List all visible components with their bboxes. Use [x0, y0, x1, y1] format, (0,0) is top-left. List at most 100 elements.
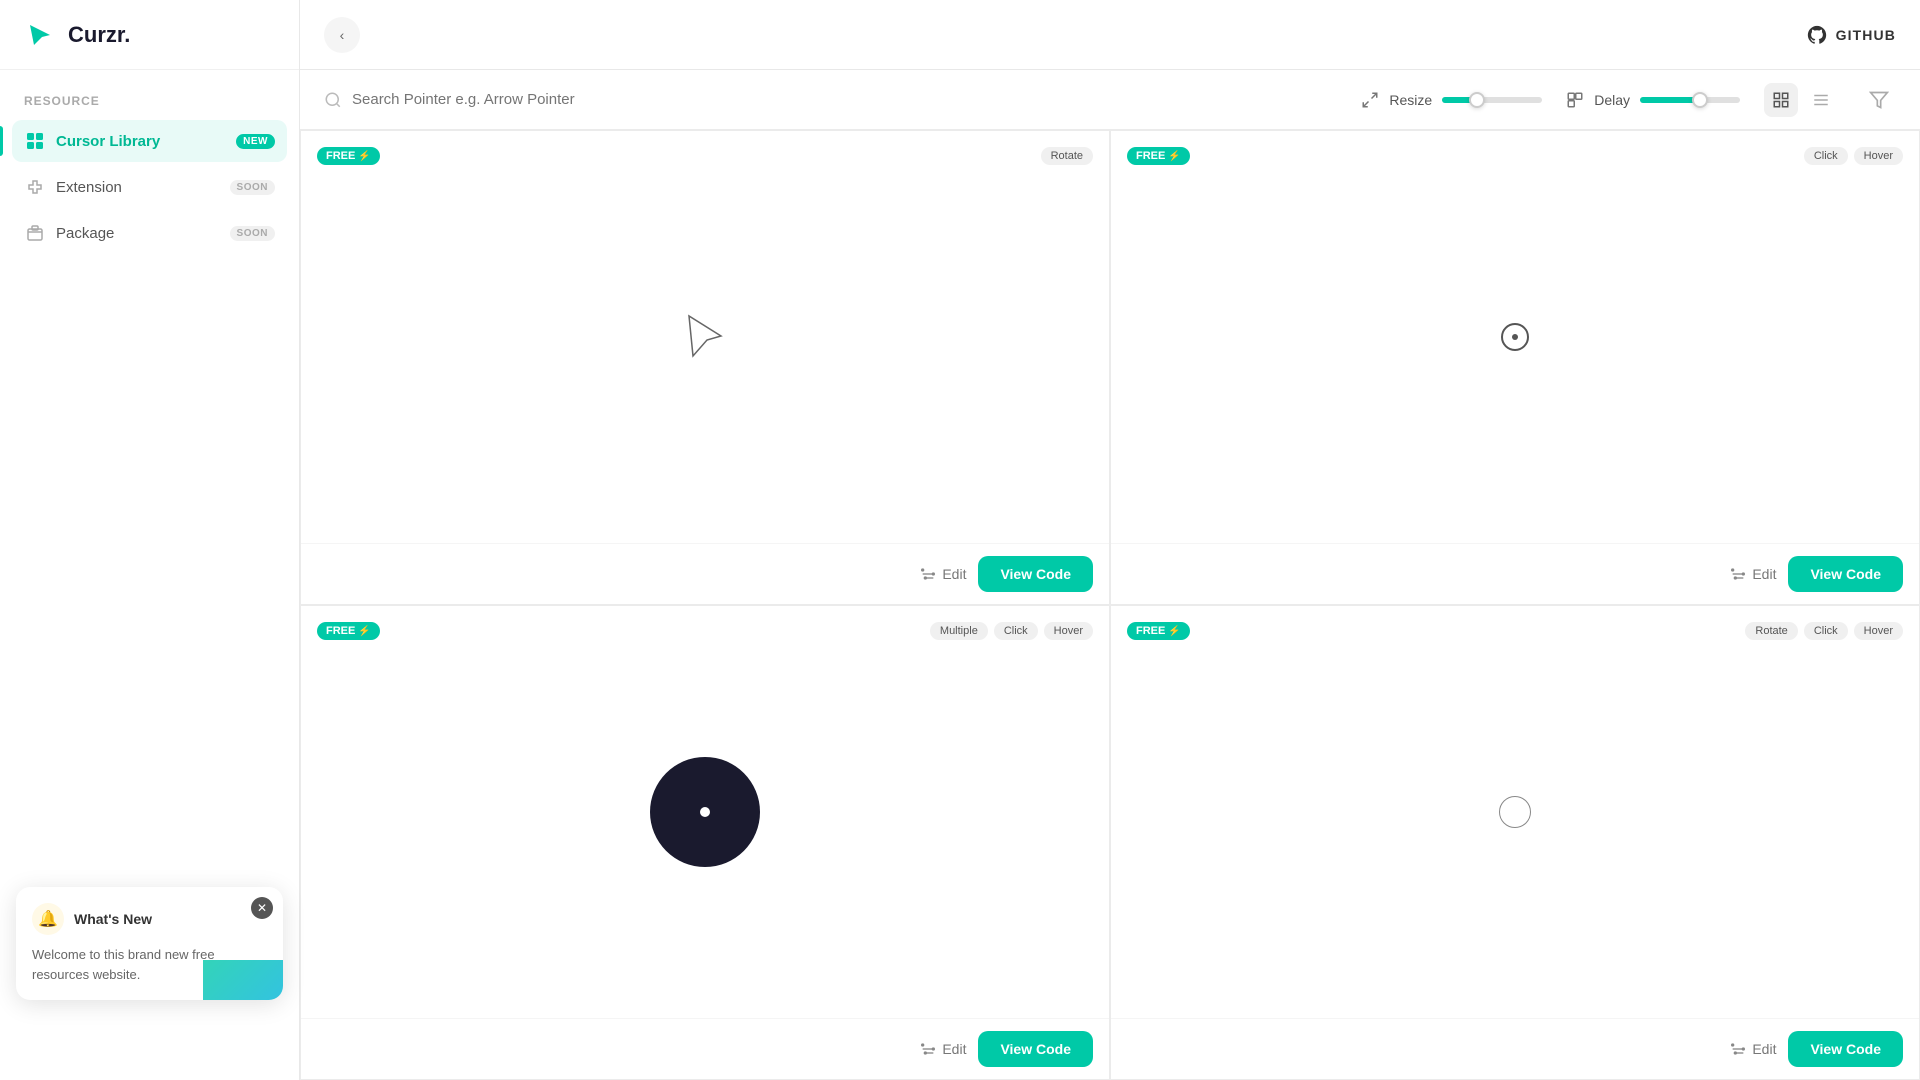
card-1-right-tags: Rotate [1041, 147, 1093, 165]
notification-header: 🔔 What's New [32, 903, 267, 935]
cursor-grid: FREE Rotate Edit View Code [300, 130, 1920, 1080]
github-link[interactable]: GITHUB [1806, 24, 1896, 46]
delay-slider-thumb[interactable] [1692, 92, 1708, 108]
card-4-hover-tag: Hover [1854, 622, 1903, 640]
card-4-free-tag: FREE [1127, 622, 1190, 640]
card-4-edit-label: Edit [1752, 1041, 1776, 1057]
card-1-free-badge: FREE [317, 147, 380, 165]
sidebar-item-extension[interactable]: Extension SOON [12, 166, 287, 208]
sidebar-section-label: Resource [0, 70, 299, 120]
notification-popup: ✕ 🔔 What's New Welcome to this brand new… [16, 887, 283, 1000]
blob-cursor-dot [700, 807, 710, 817]
controls-bar: Resize Delay [300, 70, 1920, 130]
cursor-card-4: FREE Rotate Click Hover Edit View Code [1110, 605, 1920, 1080]
card-3-footer: Edit View Code [301, 1018, 1109, 1079]
card-2-edit-label: Edit [1752, 566, 1776, 582]
card-2-view-code-button[interactable]: View Code [1788, 556, 1903, 592]
search-input[interactable] [352, 91, 1337, 108]
cursor-card-1: FREE Rotate Edit View Code [300, 130, 1110, 605]
card-3-free-badge: FREE [317, 622, 380, 640]
resize-label: Resize [1389, 92, 1432, 108]
card-1-edit-label: Edit [942, 566, 966, 582]
card-4-rotate-tag: Rotate [1745, 622, 1797, 640]
delay-control: Delay [1566, 91, 1740, 109]
notification-gradient [203, 960, 283, 1000]
card-4-preview[interactable] [1111, 606, 1919, 1018]
search-wrapper [324, 91, 1337, 109]
delay-slider-track [1640, 97, 1740, 103]
card-3-edit-button[interactable]: Edit [920, 1041, 966, 1057]
card-2-edit-button[interactable]: Edit [1730, 566, 1776, 582]
card-1-view-code-button[interactable]: View Code [978, 556, 1093, 592]
delay-label: Delay [1594, 92, 1630, 108]
card-3-free-tag: FREE [317, 622, 380, 640]
card-4-view-code-button[interactable]: View Code [1788, 1031, 1903, 1067]
card-3-view-code-button[interactable]: View Code [978, 1031, 1093, 1067]
card-4-edit-button[interactable]: Edit [1730, 1041, 1776, 1057]
blob-cursor-preview [650, 757, 760, 867]
edit-icon-3 [920, 1041, 936, 1057]
arrow-cursor-preview [685, 312, 725, 362]
search-icon [324, 91, 342, 109]
github-icon [1806, 24, 1828, 46]
cursor-card-3: FREE Multiple Click Hover Edit [300, 605, 1110, 1080]
extension-badge: SOON [230, 180, 275, 195]
card-1-footer: Edit View Code [301, 543, 1109, 604]
card-1-rotate-tag: Rotate [1041, 147, 1093, 165]
card-4-click-tag: Click [1804, 622, 1848, 640]
edit-icon-2 [1730, 566, 1746, 582]
card-3-click-tag: Click [994, 622, 1038, 640]
card-2-free-badge: FREE [1127, 147, 1190, 165]
github-label: GITHUB [1836, 27, 1896, 43]
card-2-free-tag: FREE [1127, 147, 1190, 165]
card-1-edit-button[interactable]: Edit [920, 566, 966, 582]
card-1-free-tag: FREE [317, 147, 380, 165]
card-4-right-tags: Rotate Click Hover [1745, 622, 1903, 640]
view-toggle [1764, 83, 1838, 117]
card-3-right-tags: Multiple Click Hover [930, 622, 1093, 640]
notification-bell-icon: 🔔 [32, 903, 64, 935]
card-2-preview[interactable] [1111, 131, 1919, 543]
cursor-library-label: Cursor Library [56, 133, 236, 150]
filter-button[interactable] [1862, 83, 1896, 117]
card-3-hover-tag: Hover [1044, 622, 1093, 640]
card-4-footer: Edit View Code [1111, 1018, 1919, 1079]
extension-icon [24, 176, 46, 198]
card-3-preview[interactable] [301, 606, 1109, 1018]
card-3-multiple-tag: Multiple [930, 622, 988, 640]
circle-empty-cursor-preview [1499, 796, 1531, 828]
card-3-edit-label: Edit [942, 1041, 966, 1057]
grid-view-button[interactable] [1764, 83, 1798, 117]
sidebar-item-cursor-library[interactable]: Cursor Library NEW [12, 120, 287, 162]
card-2-footer: Edit View Code [1111, 543, 1919, 604]
edit-icon-1 [920, 566, 936, 582]
resize-slider-thumb[interactable] [1469, 92, 1485, 108]
delay-slider-fill [1640, 97, 1700, 103]
card-2-right-tags: Click Hover [1804, 147, 1903, 165]
cursor-library-badge: NEW [236, 134, 275, 149]
notification-title: What's New [74, 911, 152, 927]
list-view-button[interactable] [1804, 83, 1838, 117]
card-1-preview[interactable] [301, 131, 1109, 543]
notification-close-button[interactable]: ✕ [251, 897, 273, 919]
cursor-card-2: FREE Click Hover Edit View Code [1110, 130, 1920, 605]
cursor-library-icon [24, 130, 46, 152]
package-label: Package [56, 225, 230, 242]
card-2-click-tag: Click [1804, 147, 1848, 165]
main-content: ‹ GITHUB Resize [300, 0, 1920, 1080]
package-badge: SOON [230, 226, 275, 241]
logo-icon [24, 17, 60, 53]
logo-area: Curzr. [0, 0, 299, 70]
resize-icon [1361, 91, 1379, 109]
topbar: ‹ GITHUB [300, 0, 1920, 70]
extension-label: Extension [56, 179, 230, 196]
collapse-sidebar-button[interactable]: ‹ [324, 17, 360, 53]
delay-icon [1566, 91, 1584, 109]
card-2-hover-tag: Hover [1854, 147, 1903, 165]
resize-slider-track [1442, 97, 1542, 103]
sidebar-nav: Cursor Library NEW Extension SOON Packag… [0, 120, 299, 258]
card-4-free-badge: FREE [1127, 622, 1190, 640]
resize-control: Resize [1361, 91, 1542, 109]
app-name: Curzr. [68, 22, 130, 48]
sidebar-item-package[interactable]: Package SOON [12, 212, 287, 254]
